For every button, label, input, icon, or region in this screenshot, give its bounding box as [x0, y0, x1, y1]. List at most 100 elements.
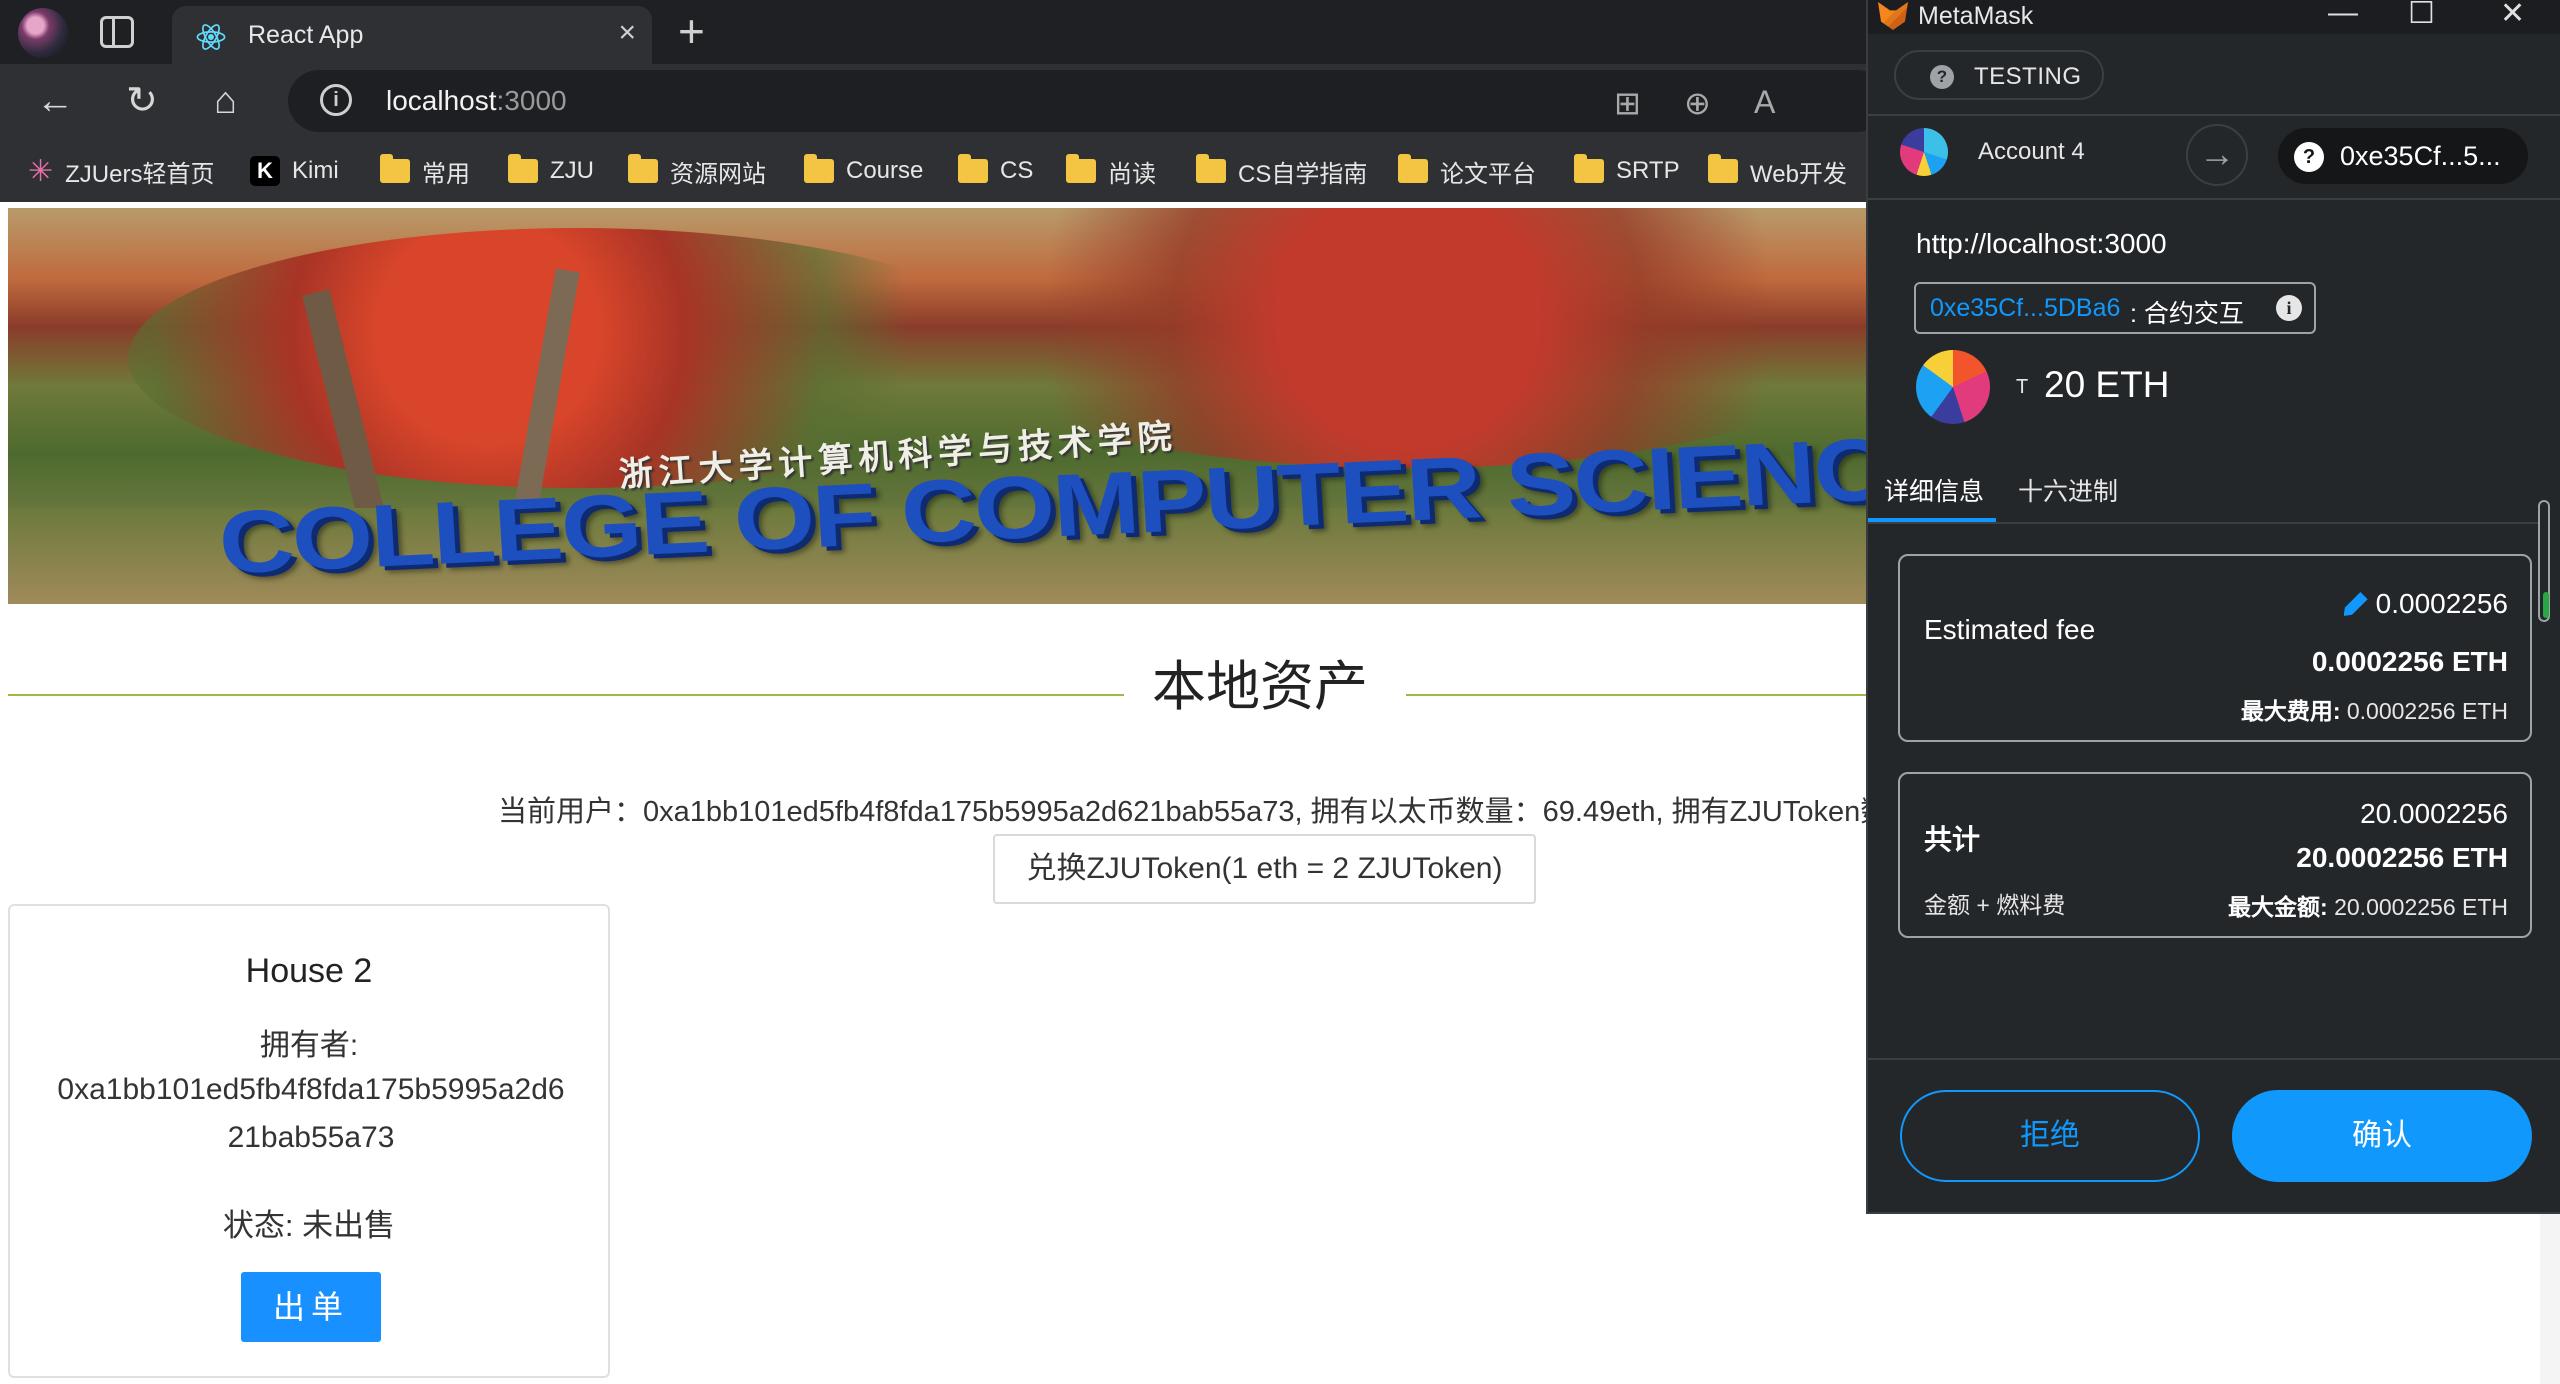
reject-button[interactable]: 拒绝 [1900, 1090, 2200, 1182]
folder-icon [958, 154, 988, 183]
close-tab-icon[interactable]: × [618, 16, 636, 50]
folder-icon [1066, 154, 1096, 183]
owner-address: 0xa1bb101ed5fb4f8fda175b5995a2d621bab55a… [57, 1073, 565, 1154]
network-selector[interactable]: ? TESTING [1894, 50, 2104, 100]
account-name: Account 4 [1978, 138, 2085, 165]
total-label: 共计 [1924, 824, 1981, 855]
question-icon: ? [2294, 142, 2324, 172]
profile-avatar[interactable] [18, 8, 68, 58]
edit-pencil-icon[interactable] [2343, 592, 2368, 616]
close-window-icon[interactable]: ✕ [2500, 0, 2525, 31]
estimated-fee-label: Estimated fee [1924, 614, 2096, 645]
divider [1868, 198, 2560, 200]
window-title: MetaMask [1918, 2, 2034, 30]
back-icon[interactable]: ← [36, 82, 74, 120]
new-tab-icon[interactable]: + [678, 4, 705, 58]
tab-title: React App [248, 21, 364, 49]
info-icon[interactable]: i [2276, 295, 2302, 321]
bookmark-label: 常用 [422, 160, 470, 188]
folder-icon [1708, 154, 1738, 183]
bookmark-folder-srtp[interactable]: SRTP [1574, 154, 1680, 188]
bookmark-label: 尚读 [1108, 160, 1156, 188]
bookmark-label: CS [1000, 157, 1034, 184]
arrow-right-icon: → [2186, 124, 2248, 186]
folder-icon [628, 154, 658, 183]
folder-icon [1574, 154, 1604, 183]
fee-value: 0.0002256 [2375, 588, 2508, 619]
college-banner-image: 浙江大学计算机科学与技术学院 COLLEGE OF COMPUTER SCIEN… [8, 208, 1866, 604]
maximize-icon[interactable]: ☐ [2408, 0, 2435, 31]
read-aloud-icon[interactable]: A [1754, 84, 1775, 121]
bookmark-folder-cs[interactable]: CS [958, 154, 1033, 188]
request-origin: http://localhost:3000 [1916, 228, 2167, 259]
bookmark-folder-common[interactable]: 常用 [380, 154, 470, 188]
folder-icon [508, 154, 538, 183]
minimize-icon[interactable]: — [2328, 0, 2358, 30]
amount-prefix: T [2016, 376, 2029, 398]
folder-icon [380, 154, 410, 183]
total-value-eth: 20.0002256 ETH [2296, 842, 2508, 873]
bookmark-folder-webdev[interactable]: Web开发 [1708, 154, 1847, 188]
active-tab-underline [1868, 518, 1996, 522]
bookmark-label: Course [846, 157, 924, 184]
bookmark-label: Web开发 [1750, 160, 1847, 188]
browser-tab-react-app[interactable]: React App × [172, 6, 652, 64]
bookmark-label: CS自学指南 [1238, 160, 1368, 188]
tab-hex[interactable]: 十六进制 [2018, 472, 2118, 508]
total-value: 20.0002256 [2360, 798, 2508, 829]
bookmark-folder-shangdu[interactable]: 尚读 [1066, 154, 1156, 188]
max-amount-label: 最大金额: [2228, 894, 2328, 920]
total-box: 共计 金额 + 燃料费 20.0002256 20.0002256 ETH 最大… [1898, 772, 2532, 938]
star-burst-icon: ✳ [28, 154, 54, 188]
max-fee-value: 0.0002256 ETH [2346, 698, 2508, 724]
bookmark-label: Kimi [292, 157, 339, 184]
address-bar[interactable]: i localhost:3000 ⊞ ⊕ A [288, 70, 1888, 132]
divider [1868, 1058, 2560, 1060]
bookmark-folder-papers[interactable]: 论文平台 [1398, 154, 1536, 188]
transaction-amount: 20 ETH [2044, 364, 2170, 405]
estimated-fee-box: Estimated fee 0.0002256 0.0002256 ETH 最大… [1898, 554, 2532, 742]
page-scrollbar[interactable] [2540, 1214, 2560, 1384]
folder-icon [804, 154, 834, 183]
divider [1868, 114, 2560, 116]
app-available-icon[interactable]: ⊞ [1614, 84, 1641, 122]
max-fee-label: 最大费用: [2240, 698, 2341, 724]
house-card: House 2 拥有者: 0xa1bb101ed5fb4f8fda175b599… [8, 904, 610, 1378]
bookmark-folder-zju[interactable]: ZJU [508, 154, 594, 188]
contract-address: 0xe35Cf...5DBa6 [1930, 294, 2121, 322]
tab-actions-icon[interactable] [100, 16, 134, 48]
metamask-fox-icon [1878, 2, 1908, 30]
bookmark-kimi[interactable]: K Kimi [250, 154, 339, 188]
network-name: TESTING [1974, 63, 2082, 90]
owner-label: 拥有者: [259, 1029, 359, 1062]
max-fee-row: 最大费用: 0.0002256 ETH [2241, 692, 2508, 726]
house-status: 状态: 未出售 [222, 1208, 396, 1243]
token-avatar [1916, 350, 1990, 424]
fee-value-eth: 0.0002256 ETH [2311, 646, 2508, 677]
folder-icon [1398, 154, 1428, 183]
url-text: localhost:3000 [386, 85, 567, 116]
house-title: House 2 [245, 952, 373, 990]
kimi-logo-icon: K [250, 156, 280, 186]
contract-interaction-chip[interactable]: 0xe35Cf...5DBa6 : 合约交互 i [1914, 282, 2316, 334]
bookmark-folder-course[interactable]: Course [804, 154, 923, 188]
scrollbar[interactable] [2538, 500, 2550, 622]
section-title: 本地资产 [1152, 657, 1368, 717]
metamask-window: MetaMask — ☐ ✕ ? TESTING Account 4 → ? 0… [1866, 0, 2560, 1214]
zoom-icon[interactable]: ⊕ [1684, 84, 1711, 122]
home-icon[interactable]: ⌂ [214, 82, 237, 120]
bookmark-folder-cs-guide[interactable]: CS自学指南 [1196, 154, 1367, 188]
fee-edit-row[interactable]: 0.0002256 [2343, 588, 2508, 620]
bookmark-zjuers[interactable]: ✳ ZJUers轻首页 [28, 154, 214, 188]
reload-icon[interactable]: ↻ [126, 82, 158, 120]
exchange-token-button[interactable]: 兑换ZJUToken(1 eth = 2 ZJUToken) [993, 834, 1536, 904]
bookmark-label: SRTP [1616, 157, 1680, 184]
bookmark-folder-resources[interactable]: 资源网站 [628, 154, 766, 188]
recipient-contract[interactable]: ? 0xe35Cf...5... [2278, 128, 2528, 184]
confirm-button[interactable]: 确认 [2232, 1090, 2532, 1182]
folder-icon [1196, 154, 1226, 183]
site-info-icon[interactable]: i [320, 84, 352, 116]
sell-button[interactable]: 出单 [241, 1272, 381, 1342]
react-icon [196, 24, 226, 50]
tab-details[interactable]: 详细信息 [1884, 472, 1984, 508]
